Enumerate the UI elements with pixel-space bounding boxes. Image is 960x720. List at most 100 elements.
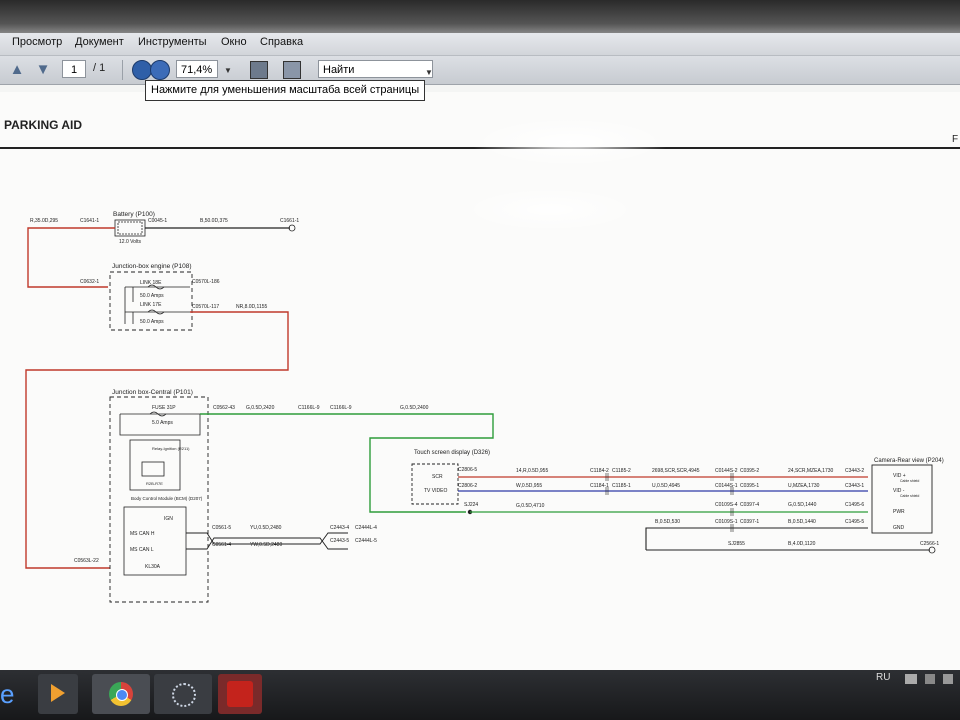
search-dropdown-icon[interactable]: ▼ <box>425 68 433 77</box>
media-player-icon[interactable] <box>38 674 78 714</box>
ie-icon[interactable]: e <box>0 674 20 714</box>
link2-conn: C0570L-117 <box>192 304 219 310</box>
menu-document[interactable]: Документ <box>75 36 124 48</box>
junction-box-central: Junction box-Central (P101) FUSE 31P 5.0… <box>74 389 209 603</box>
toolbar-separator <box>122 60 123 80</box>
can-l-out2: C2444L-5 <box>355 538 377 544</box>
camera-pwr: PWR <box>893 509 905 515</box>
menu-help[interactable]: Справка <box>260 36 303 48</box>
adobe-reader-icon[interactable] <box>218 674 262 714</box>
junction-engine-conn-in: C0632-1 <box>80 279 99 285</box>
fuse-amps: 5.0 Amps <box>152 420 173 426</box>
scr-shield-label: 2698,SCR,SCR,4945 <box>652 468 700 474</box>
junction-box-engine: Junction-box engine (P108) C0632-1 LINK … <box>80 263 268 331</box>
inline-conn-2: C1166L-9 <box>330 405 352 411</box>
zoom-level-field[interactable]: 71,4% <box>176 60 218 78</box>
tv-c2: C1185-1 <box>612 483 631 489</box>
scr-wire2: 24,SCR,MZEA,1730 <box>788 468 834 474</box>
scr-end: C3443-2 <box>845 468 864 474</box>
fuse-conn-label: C0562-43 <box>213 405 235 411</box>
page-total-label: / 1 <box>93 62 106 74</box>
green-wire-label: G,0.5D,2400 <box>400 405 429 411</box>
link2-amps: 50.0 Amps <box>140 319 164 325</box>
junction-central-conn-in: C0563L-22 <box>74 558 99 564</box>
fit-width-icon[interactable] <box>283 61 301 79</box>
menu-view[interactable]: Просмотр <box>12 36 62 48</box>
gnd-c2: C0397-1 <box>740 519 759 525</box>
next-page-icon[interactable]: ▼ <box>34 61 52 79</box>
bcm-kl30a-label: KL30A <box>145 564 161 570</box>
pwr-end: C1495-6 <box>845 502 864 508</box>
battery-conn-right-label: C0045-1 <box>148 218 167 224</box>
tv-c3: C0144S-1 <box>715 483 738 489</box>
tv-wire-label: W,0.5D,955 <box>516 483 542 489</box>
camera-gnd: GND <box>893 525 905 531</box>
gnd-wire2: B,0.5D,1440 <box>788 519 816 525</box>
menu-window[interactable]: Окно <box>221 36 247 48</box>
can-h-out: C2443-4 <box>330 525 349 531</box>
scr-wire-label: 14,R,0.5D,955 <box>516 468 548 474</box>
window-title-bar <box>0 0 960 34</box>
link1-conn: C0570L-186 <box>192 279 220 285</box>
relay-ref: R2B-R7E <box>146 481 163 486</box>
gnd-c1: C0109S-1 <box>715 519 738 525</box>
search-input[interactable]: Найти <box>318 60 433 78</box>
bcm-label: Body Control Module (BCM) (D207) <box>131 496 203 501</box>
fuse-wire-label: G,0.5D,2420 <box>246 405 275 411</box>
wire-battery-positive <box>27 227 115 288</box>
volume-icon[interactable] <box>943 674 953 684</box>
battery-wire-left-label: R,35.0D,295 <box>30 218 58 224</box>
can-h-wire: YU,0.5D,2480 <box>250 525 282 531</box>
gnd-ground: C2566-1 <box>920 541 939 547</box>
battery-title: Battery (P100) <box>113 211 155 218</box>
fit-page-icon[interactable] <box>250 61 268 79</box>
link2-label: LINK 17E <box>140 302 162 308</box>
camera-rear-view: Camera-Rear view (P204) VID + Cable shie… <box>871 458 944 534</box>
toolbar: ▲ ▼ 1 / 1 71,4% ▼ Найти ▼ <box>0 56 960 85</box>
battery-wire-right-label: B,50.0D,375 <box>200 218 228 224</box>
gnd-wire-label: B,0.5D,530 <box>655 519 680 525</box>
junction-engine-title: Junction-box engine (P108) <box>112 263 192 270</box>
can-h-out2: C2444L-4 <box>355 525 377 531</box>
tv-c4: C0395-1 <box>740 483 759 489</box>
gnd-splice: SJ2855 <box>728 541 745 547</box>
junction-central-title: Junction box-Central (P101) <box>112 389 193 396</box>
gnd-end: C1495-5 <box>845 519 864 525</box>
menu-bar: Просмотр Документ Инструменты Окно Справ… <box>0 33 960 56</box>
previous-page-icon[interactable]: ▲ <box>8 61 26 79</box>
display-conn-scr: C2806-5 <box>458 467 477 473</box>
display-conn-tv: C2806-2 <box>458 483 477 489</box>
network-icon[interactable] <box>925 674 935 684</box>
pwr-wire2: G,0.5D,1440 <box>788 502 817 508</box>
battery-ground-label: C1661-1 <box>280 218 299 224</box>
display-splice: SJ224 <box>464 502 478 508</box>
display-tv-label: TV VIDEO <box>424 488 447 494</box>
tv-wire2: U,MZEA,1730 <box>788 483 820 489</box>
language-indicator[interactable]: RU <box>876 672 890 683</box>
junction-engine-wire-out: NR,8.0D,1155 <box>236 304 268 310</box>
link1-amps: 50.0 Amps <box>140 293 164 299</box>
chrome-icon[interactable] <box>92 674 150 714</box>
page-number-input[interactable]: 1 <box>62 60 86 78</box>
zoom-dropdown-icon[interactable]: ▼ <box>224 66 232 75</box>
scr-c3: C0144S-2 <box>715 468 738 474</box>
taskbar: e RU <box>0 670 960 720</box>
screen-glare <box>460 187 640 232</box>
menu-tools[interactable]: Инструменты <box>138 36 207 48</box>
flag-icon[interactable] <box>905 674 917 684</box>
battery-conn-left-label: C1641-1 <box>80 218 99 224</box>
pwr-c2: C0397-4 <box>740 502 759 508</box>
bcm-ign-label: IGN <box>164 516 173 522</box>
screen-glare <box>470 117 670 167</box>
inline-conn-1: C1166L-9 <box>298 405 320 411</box>
zoom-tooltip: Нажмите для уменьшения масштаба всей стр… <box>145 80 426 101</box>
loading-app-icon[interactable] <box>154 674 212 714</box>
gnd-wire3: B,4.0D,1120 <box>788 541 816 547</box>
document-page: PARKING AID F Battery (P100) 12.0 Volts … <box>0 92 960 670</box>
tv-end: C3443-1 <box>845 483 864 489</box>
zoom-in-icon[interactable] <box>150 60 170 80</box>
can-l-conn: C0561-4 <box>212 542 231 548</box>
zoom-out-icon[interactable] <box>132 60 152 80</box>
pwr-c1: C0109S-4 <box>715 502 738 508</box>
display-scr-label: SCR <box>432 474 443 480</box>
